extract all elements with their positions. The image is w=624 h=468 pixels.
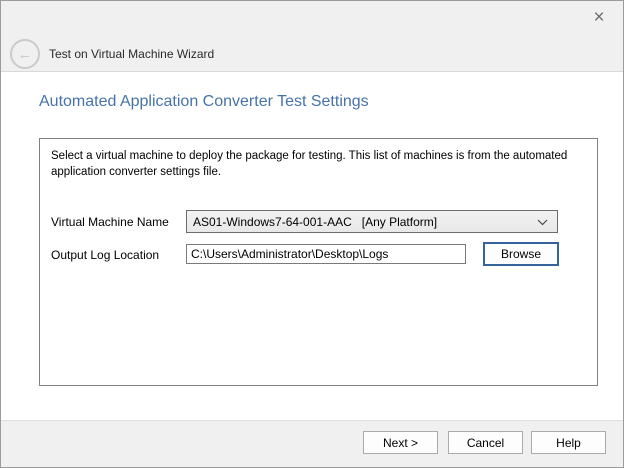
vm-name-select[interactable]: AS01-Windows7-64-001-AAC [Any Platform] [186,210,558,233]
help-button[interactable]: Help [531,431,606,454]
browse-button[interactable]: Browse [483,242,559,266]
page-heading: Automated Application Converter Test Set… [39,93,369,111]
log-location-input[interactable] [186,244,466,264]
next-button[interactable]: Next > [363,431,438,454]
back-button[interactable]: ← [10,39,40,69]
wizard-window: × ← Test on Virtual Machine Wizard Autom… [0,0,624,468]
vm-name-value: AS01-Windows7-64-001-AAC [Any Platform] [193,215,437,229]
cancel-button[interactable]: Cancel [448,431,523,454]
window-title: Test on Virtual Machine Wizard [49,47,214,61]
settings-groupbox: Select a virtual machine to deploy the p… [39,138,598,386]
back-arrow-icon: ← [18,47,33,62]
vm-name-label: Virtual Machine Name [51,215,169,229]
footer-bar: Next > Cancel Help [1,420,623,467]
close-button[interactable]: × [583,4,615,30]
chevron-down-icon [537,219,548,226]
wizard-header: × ← Test on Virtual Machine Wizard [1,1,623,72]
close-icon: × [593,8,604,27]
log-location-label: Output Log Location [51,248,159,262]
description-text: Select a virtual machine to deploy the p… [51,148,571,180]
